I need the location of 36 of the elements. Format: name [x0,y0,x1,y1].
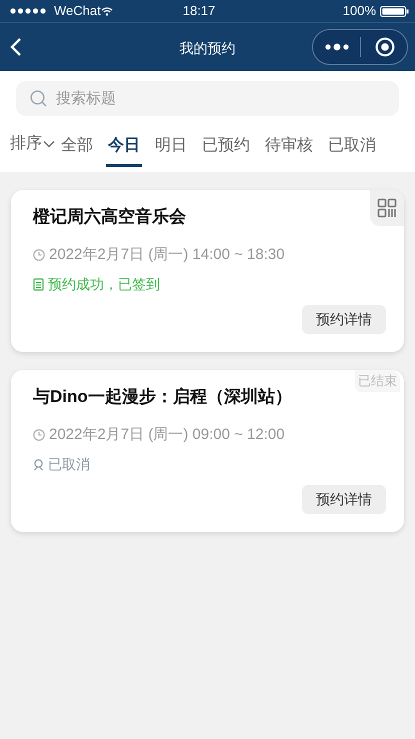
menu-capsule[interactable] [312,29,408,65]
filter-tab[interactable]: 全部 [61,128,93,166]
details-button[interactable]: 预约详情 [302,485,386,514]
booking-title: 与Dino一起漫步：启程（深圳站） [33,386,293,408]
search-icon [30,90,47,107]
cancel-icon [33,458,44,470]
filter-tab[interactable]: 明日 [155,128,187,166]
booking-time: 2022年2月7日 (周一) 14:00 ~ 18:30 [49,244,285,264]
booking-card[interactable]: 橙记周六高空音乐会 2022年2月7日 (周一) 14:00 ~ 18:30 预约成功，已签到 预约详情 [11,190,404,352]
booking-card[interactable]: 已结束 与Dino一起漫步：启程（深圳站） 2022年2月7日 (周一) 09:00 ~ 12:00 已取消 预约详情 [11,370,404,532]
status-time: 18:17 [182,2,216,20]
qr-code-button[interactable] [370,190,404,226]
clock-icon [33,428,45,441]
close-icon[interactable] [375,37,395,57]
filter-tab[interactable]: 已预约 [202,128,250,166]
carrier-name: WeChat [54,2,101,20]
qr-code-icon [377,198,397,218]
battery-icon [380,6,409,16]
booking-title: 橙记周六高空音乐会 [33,206,187,228]
sort-button[interactable]: 排序 [10,132,55,156]
more-icon[interactable] [325,43,349,51]
booking-status: 已取消 [48,455,90,474]
booking-time: 2022年2月7日 (周一) 09:00 ~ 12:00 [49,424,285,444]
search-field[interactable]: 搜索标题 [16,81,399,116]
wifi-icon [100,6,113,16]
filter-tab[interactable]: 今日 [106,128,142,166]
page-title: 我的预约 [178,39,236,58]
clock-icon [33,248,45,261]
filter-tab[interactable]: 待审核 [265,128,313,166]
ticket-icon [33,278,44,291]
details-button[interactable]: 预约详情 [302,305,386,334]
caret-icon [43,140,55,148]
filter-tab[interactable]: 已取消 [328,128,376,166]
booking-status: 预约成功，已签到 [48,275,160,294]
battery-percent: 100% [342,2,376,20]
ended-label: 已结束 [355,370,400,392]
